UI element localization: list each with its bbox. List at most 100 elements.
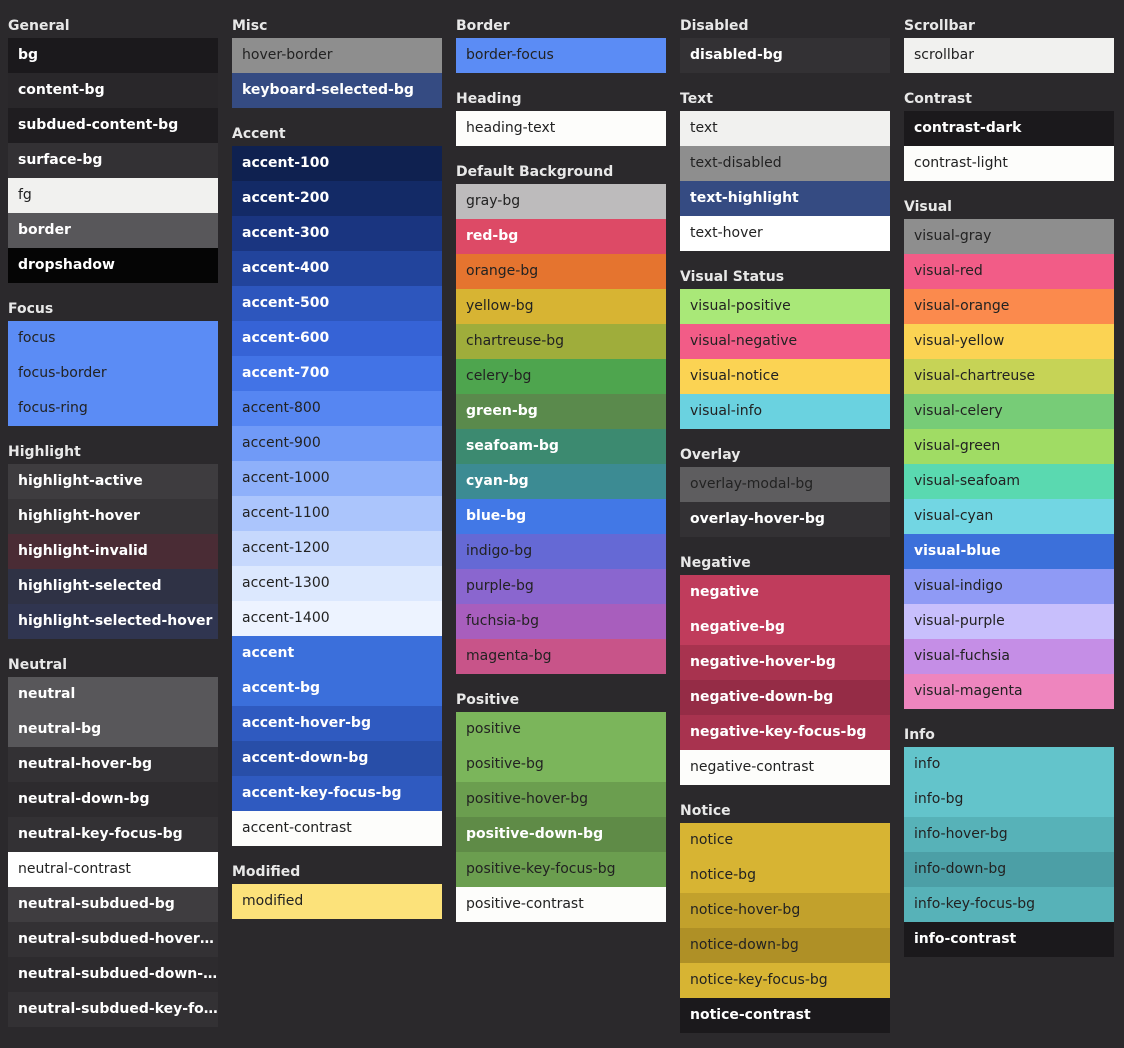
group-title: Notice [680,803,731,819]
color-swatch: hover-border [232,38,442,73]
color-swatch: accent-800 [232,391,442,426]
color-swatch: visual-orange [904,289,1114,324]
color-swatch: accent-500 [232,286,442,321]
color-swatch: notice-bg [680,858,890,893]
color-swatch: highlight-selected-hover [8,604,218,639]
color-swatch: accent-key-focus-bg [232,776,442,811]
color-swatch: visual-yellow [904,324,1114,359]
color-swatch: visual-info [680,394,890,429]
color-swatch: contrast-light [904,146,1114,181]
color-swatch: negative-key-focus-bg [680,715,890,750]
group-title: Neutral [8,657,68,673]
color-swatch: accent-bg [232,671,442,706]
color-swatch: surface-bg [8,143,218,178]
group-title: Info [904,727,935,743]
color-swatch: info-key-focus-bg [904,887,1114,922]
swatch-group: Accent accent-100 accent-200 accent-300 acce… [232,123,442,846]
swatch-group: Positive positive positive-bg positive-hove… [456,689,666,922]
color-swatch: info-down-bg [904,852,1114,887]
group-title: Visual [904,199,952,215]
color-swatch: neutral-subdued-key-foc... [8,992,218,1027]
color-swatch: yellow-bg [456,289,666,324]
color-swatch: accent-200 [232,181,442,216]
color-swatch: visual-seafoam [904,464,1114,499]
swatch-group: General bg content-bg subdued-content-bg sur… [8,15,218,283]
swatch-group: Text text text-disabled text-highlight text-… [680,88,890,251]
group-title: Visual Status [680,269,785,285]
color-swatch: green-bg [456,394,666,429]
swatch-group: Info info info-bg info-hover-bg info-down-bg… [904,724,1114,957]
group-title: Default Background [456,164,614,180]
group-title: Border [456,18,510,34]
color-swatch-grid: General bg content-bg subdued-content-bg sur… [0,0,1124,1033]
column-5: Scrollbar scrollbar Contrast contrast-dark c… [904,15,1114,972]
color-swatch: accent-700 [232,356,442,391]
color-swatch: content-bg [8,73,218,108]
color-swatch: accent-hover-bg [232,706,442,741]
color-swatch: visual-negative [680,324,890,359]
color-swatch: visual-fuchsia [904,639,1114,674]
color-swatch: notice-contrast [680,998,890,1033]
color-swatch: neutral-down-bg [8,782,218,817]
color-swatch: visual-indigo [904,569,1114,604]
color-swatch: neutral-subdued-down-bg [8,957,218,992]
swatch-group: Modified modified [232,861,442,919]
color-swatch: subdued-content-bg [8,108,218,143]
color-swatch: border [8,213,218,248]
group-title: Scrollbar [904,18,975,34]
color-swatch: text [680,111,890,146]
swatch-group: Contrast contrast-dark contrast-light [904,88,1114,181]
color-swatch: info-contrast [904,922,1114,957]
color-swatch: notice-hover-bg [680,893,890,928]
color-swatch: neutral-hover-bg [8,747,218,782]
color-swatch: text-highlight [680,181,890,216]
color-swatch: seafoam-bg [456,429,666,464]
color-swatch: red-bg [456,219,666,254]
color-swatch: neutral-contrast [8,852,218,887]
color-swatch: fuchsia-bg [456,604,666,639]
color-swatch: visual-blue [904,534,1114,569]
color-swatch: accent-1000 [232,461,442,496]
color-swatch: negative-down-bg [680,680,890,715]
column-2: Misc hover-border keyboard-selected-bg Acce… [232,15,442,934]
color-swatch: fg [8,178,218,213]
group-title: Text [680,91,713,107]
color-swatch: notice [680,823,890,858]
color-swatch: blue-bg [456,499,666,534]
color-swatch: neutral [8,677,218,712]
color-swatch: neutral-subdued-bg [8,887,218,922]
color-swatch: visual-green [904,429,1114,464]
swatch-group: Notice notice notice-bg notice-hover-bg noti… [680,800,890,1033]
swatch-group: Focus focus focus-border focus-ring [8,298,218,426]
color-swatch: purple-bg [456,569,666,604]
color-swatch: neutral-bg [8,712,218,747]
group-title: Heading [456,91,522,107]
color-swatch: visual-red [904,254,1114,289]
color-swatch: disabled-bg [680,38,890,73]
color-swatch: positive [456,712,666,747]
color-swatch: accent-300 [232,216,442,251]
color-swatch: accent-100 [232,146,442,181]
group-title: Overlay [680,447,741,463]
color-swatch: indigo-bg [456,534,666,569]
group-title: General [8,18,70,34]
color-swatch: accent-1400 [232,601,442,636]
swatch-group: Negative negative negative-bg negative-hove… [680,552,890,785]
swatch-group: Default Background gray-bg red-bg orange-bg… [456,161,666,674]
swatch-group: Neutral neutral neutral-bg neutral-hover-bg… [8,654,218,1027]
group-title: Focus [8,301,54,317]
color-swatch: focus-ring [8,391,218,426]
color-swatch: highlight-hover [8,499,218,534]
group-title: Positive [456,692,520,708]
color-swatch: bg [8,38,218,73]
swatch-group: Misc hover-border keyboard-selected-bg [232,15,442,108]
color-swatch: overlay-modal-bg [680,467,890,502]
swatch-group: Highlight highlight-active highlight-hover… [8,441,218,639]
color-swatch: visual-cyan [904,499,1114,534]
swatch-group: Disabled disabled-bg [680,15,890,73]
color-swatch: modified [232,884,442,919]
color-swatch: positive-key-focus-bg [456,852,666,887]
color-swatch: visual-notice [680,359,890,394]
color-swatch: accent [232,636,442,671]
color-swatch: negative-hover-bg [680,645,890,680]
